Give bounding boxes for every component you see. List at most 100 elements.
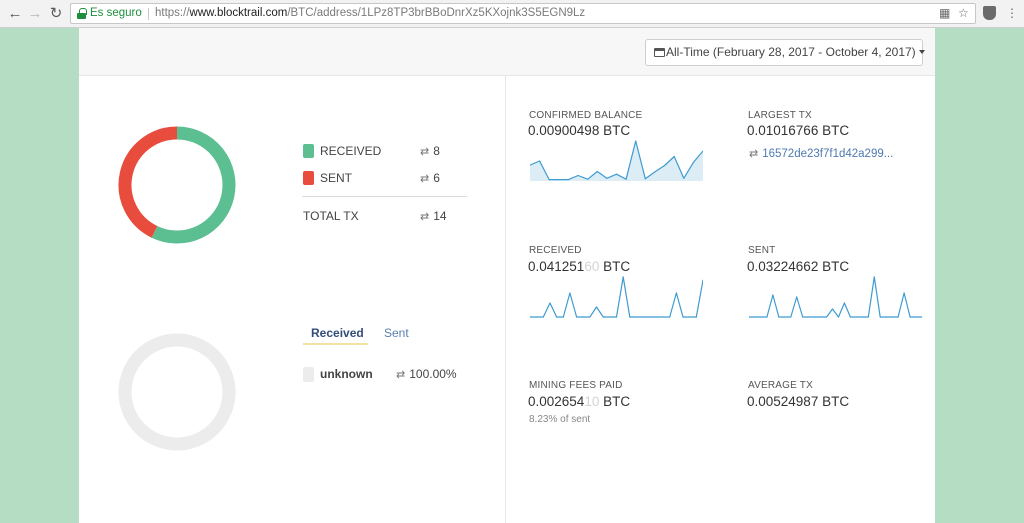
balance-sparkline-point-14	[663, 164, 666, 167]
reload-icon[interactable]: ↻	[47, 5, 65, 23]
sent-sparkline-point-9	[802, 316, 804, 318]
received-sparkline-point-16	[635, 316, 638, 318]
sent-sparkline-point-12	[819, 316, 822, 318]
sent-sparkline-point-6	[784, 316, 786, 318]
received-sparkline-point-24	[689, 316, 691, 318]
active-tab-indicator	[303, 343, 368, 345]
balance-sparkline-point-8	[606, 177, 608, 179]
legend-divider	[302, 196, 467, 197]
tab-sent[interactable]: Sent	[384, 326, 409, 340]
sent-sparkline-point-11	[814, 316, 816, 318]
received-sparkline-point-11	[602, 316, 604, 318]
sent-sparkline-point-4	[772, 294, 774, 296]
balance-sparkline-point-2	[548, 179, 550, 181]
address-separator	[148, 8, 149, 20]
received-swatch	[303, 144, 314, 158]
balance-sparkline-point-13	[654, 171, 656, 173]
sent-sparkline-point-26	[903, 292, 905, 294]
received-sparkline-point-12	[609, 316, 611, 318]
sent-sparkline-point-27	[909, 316, 911, 318]
confirmed-balance-label: CONFIRMED BALANCE	[529, 110, 643, 121]
balance-sparkline-point-17	[692, 161, 694, 163]
sent-sparkline-point-14	[831, 308, 834, 310]
unknown-percent: ⇄ 100.00%	[396, 367, 457, 381]
average-tx-label: AVERAGE TX	[748, 380, 813, 391]
sent-sparkline-point-8	[796, 296, 798, 298]
total-count: ⇄ 14	[420, 209, 447, 223]
date-range-button[interactable]: All-Time (February 28, 2017 - October 4,…	[645, 39, 925, 66]
sent-sparkline-point-17	[849, 316, 852, 318]
balance-sparkline-point-15	[673, 155, 675, 158]
unknown-label: unknown	[320, 367, 373, 381]
translate-icon[interactable]: ▦	[939, 4, 950, 23]
received-sparkline-point-19	[655, 316, 658, 318]
received-sparkline-point-1	[536, 316, 538, 318]
address-bar[interactable]: Es seguro https://www.blocktrail.com/BTC…	[70, 3, 976, 24]
calendar-icon	[654, 48, 665, 57]
sent-sparkline-point-19	[861, 316, 863, 318]
tab-received[interactable]: Received	[311, 326, 364, 340]
caret-down-icon	[918, 50, 925, 54]
sent-sparkline-point-13	[825, 316, 828, 318]
transfer-icon: ⇄	[420, 146, 430, 158]
received-sparkline-point-6	[569, 292, 571, 294]
largest-tx-link[interactable]: ⇄ 16572de23f7f1d42a299...	[749, 147, 893, 160]
received-sparkline-point-5	[562, 316, 564, 318]
sent-sparkline-point-18	[855, 316, 857, 318]
sent-sparkline-point-24	[891, 316, 893, 318]
card-header: All-Time (February 28, 2017 - October 4,…	[79, 28, 935, 76]
transfer-icon: ⇄	[420, 211, 430, 223]
received-sparkline-point-8	[582, 316, 584, 318]
balance-sparkline	[530, 140, 703, 181]
extension-shield-icon[interactable]	[983, 6, 996, 20]
back-arrow-icon[interactable]: ←	[6, 5, 24, 23]
tx-donut-slice-sent	[118, 126, 178, 238]
sent-sparkline-point-23	[885, 316, 887, 318]
sent-sparkline-point-10	[808, 316, 810, 318]
sent-sparkline-point-21	[873, 276, 875, 278]
largest-tx-label: LARGEST TX	[748, 110, 812, 121]
sent-label: SENT	[320, 171, 353, 185]
sent-stat-label: SENT	[748, 245, 776, 256]
balance-sparkline-point-16	[683, 177, 685, 179]
received-label: RECEIVED	[320, 144, 382, 158]
mining-fees-label: MINING FEES PAID	[529, 380, 623, 391]
received-sparkline-point-2	[542, 316, 544, 318]
received-sparkline-point-17	[642, 316, 644, 318]
sent-sparkline-point-16	[843, 302, 846, 304]
received-sparkline-point-3	[549, 302, 551, 304]
balance-sparkline-area	[530, 141, 703, 181]
received-sparkline-point-21	[669, 316, 671, 318]
menu-icon[interactable]: ⋮	[1004, 5, 1020, 21]
url-text: https://www.blocktrail.com/BTC/address/1…	[155, 7, 586, 19]
breakdown-donut-slice-unknown	[118, 333, 236, 451]
received-sparkline-point-23	[682, 316, 684, 318]
sent-sparkline-point-22	[879, 316, 881, 318]
sent-count: ⇄ 6	[420, 171, 440, 185]
date-range-label: All-Time (February 28, 2017 - October 4,…	[666, 45, 916, 59]
balance-sparkline-point-3	[558, 179, 560, 181]
transfer-icon: ⇄	[396, 369, 406, 381]
sent-sparkline-point-28	[915, 316, 917, 318]
balance-sparkline-point-4	[567, 179, 570, 181]
sent-sparkline-point-3	[766, 316, 768, 318]
received-sparkline-point-25	[695, 316, 697, 318]
sent-sparkline-point-7	[790, 316, 792, 318]
received-sparkline-point-10	[595, 306, 598, 308]
sent-stat-value: 0.03224662 BTC	[747, 259, 850, 274]
sent-sparkline-point-1	[754, 316, 756, 318]
forward-arrow-icon[interactable]: →	[26, 5, 44, 23]
received-sparkline-point-9	[589, 316, 591, 318]
balance-sparkline-point-11	[635, 140, 637, 142]
largest-tx-value: 0.01016766 BTC	[747, 123, 850, 138]
sent-swatch	[303, 171, 314, 185]
balance-sparkline-point-6	[587, 178, 589, 180]
lock-icon	[77, 8, 87, 19]
star-icon[interactable]: ☆	[958, 4, 969, 23]
column-divider	[505, 76, 506, 523]
unknown-swatch	[303, 367, 314, 382]
sent-sparkline-point-15	[837, 316, 840, 318]
received-stat-label: RECEIVED	[529, 245, 582, 256]
sent-sparkline-point-5	[778, 316, 780, 318]
balance-sparkline-point-12	[644, 178, 646, 180]
